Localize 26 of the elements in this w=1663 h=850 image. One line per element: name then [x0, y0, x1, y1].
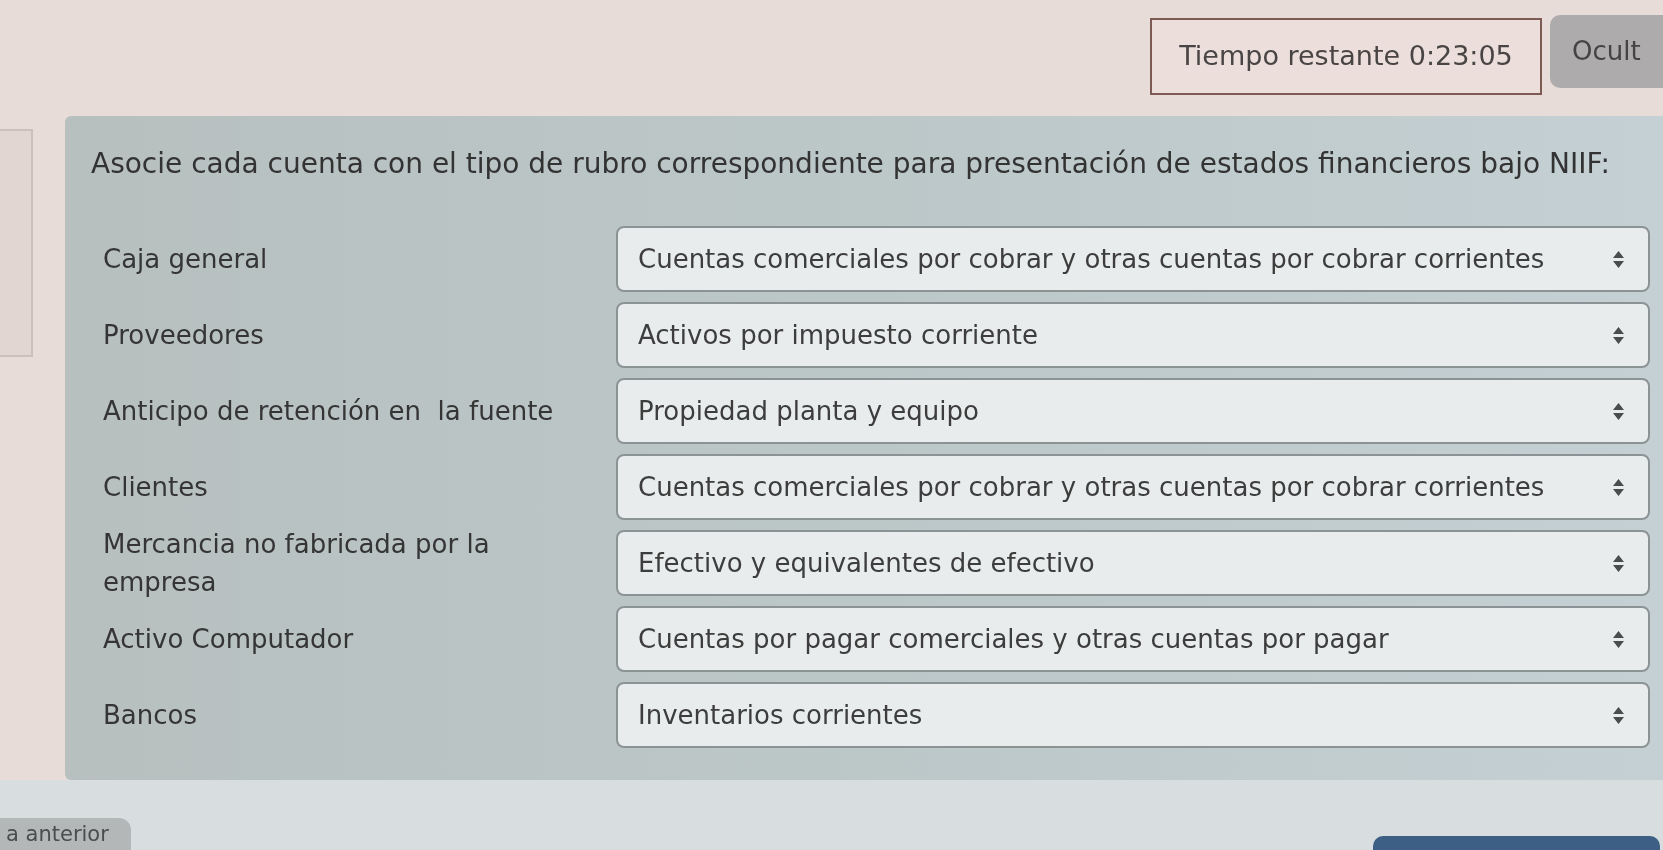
answer-dropdown[interactable]: Activos por impuesto corriente	[616, 302, 1650, 368]
up-down-arrows-icon	[1613, 326, 1624, 344]
answer-dropdown[interactable]: Inventarios corrientes	[616, 682, 1650, 748]
up-down-arrows-icon	[1613, 478, 1624, 496]
up-down-arrows-icon	[1613, 250, 1624, 268]
hide-button[interactable]: Ocult	[1550, 15, 1663, 88]
question-text: Asocie cada cuenta con el tipo de rubro correspondiente para presentación de estados financieros bajo NIIF:	[91, 146, 1611, 182]
account-label: Mercancia no fabricada por la empresa	[103, 528, 491, 599]
account-label: Anticipo de retención en la fuente	[103, 395, 554, 428]
previous-button[interactable]: a anterior	[0, 818, 131, 850]
timer-display: Tiempo restante 0:23:05	[1150, 18, 1542, 95]
up-down-arrows-icon	[1613, 402, 1624, 420]
answer-dropdown[interactable]: Propiedad planta y equipo	[616, 378, 1650, 444]
account-label: Caja general	[103, 243, 268, 276]
answer-dropdown[interactable]: Efectivo y equivalentes de efectivo	[616, 530, 1650, 596]
up-down-arrows-icon	[1613, 630, 1624, 648]
up-down-arrows-icon	[1613, 554, 1624, 572]
account-label: Activo Computador	[103, 623, 354, 656]
answer-dropdown[interactable]: Cuentas comerciales por cobrar y otras cuentas por cobrar corrientes	[616, 454, 1650, 520]
account-label: Clientes	[103, 471, 208, 504]
answer-dropdown[interactable]: Cuentas por pagar comerciales y otras cuentas por pagar	[616, 606, 1650, 672]
navigation-button[interactable]	[1373, 836, 1660, 850]
account-label: Bancos	[103, 699, 197, 732]
up-down-arrows-icon	[1613, 706, 1624, 724]
answer-dropdown[interactable]: Cuentas comerciales por cobrar y otras cuentas por cobrar corrientes	[616, 226, 1650, 292]
account-label: Proveedores	[103, 319, 264, 352]
